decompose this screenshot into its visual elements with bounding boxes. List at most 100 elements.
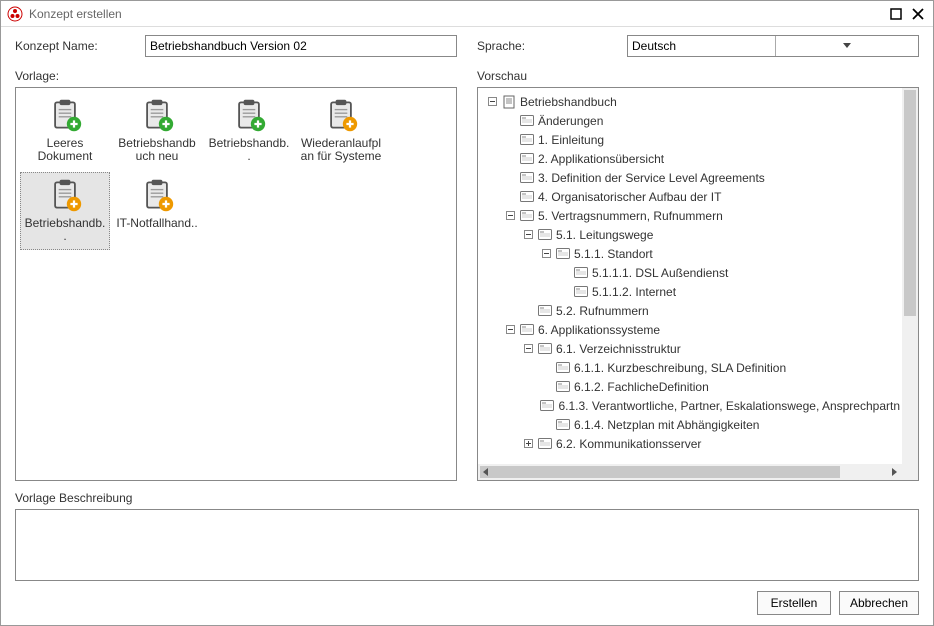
tree-toggle-icon[interactable] [522,438,534,450]
tree-node-label: 6.1.2. FachlicheDefinition [574,380,709,394]
tree-toggle-icon[interactable] [522,343,534,355]
tree-node[interactable]: 5.2. Rufnummern [480,301,900,320]
tree-node-label: 6.1.1. Kurzbeschreibung, SLA Definition [574,361,786,375]
tree-node[interactable]: 5.1.1. Standort [480,244,900,263]
page-icon [556,381,570,393]
window-title: Konzept erstellen [29,7,883,21]
tree-node-label: 5.1.1.2. Internet [592,285,676,299]
tree-node-label: 5.1.1. Standort [574,247,653,261]
page-icon [540,400,554,412]
tree-toggle-icon [540,362,552,374]
template-label: Wiederanlaufplan für Systeme [299,137,383,163]
tree-node[interactable]: 3. Definition der Service Level Agreemen… [480,168,900,187]
page-icon [538,343,552,355]
templates-pane: Leeres Dokument Betriebshandbuch neu Bet… [15,87,457,481]
template-item[interactable]: Wiederanlaufplan für Systeme [296,92,386,170]
page-icon [538,229,552,241]
preview-label: Vorschau [477,69,919,83]
tree-node-label: 5. Vertragsnummern, Rufnummern [538,209,723,223]
tree-node[interactable]: 6.2. Kommunikationsserver [480,434,900,453]
template-item[interactable]: IT-Notfallhand.. [112,172,202,250]
tree-node[interactable]: 5.1.1.1. DSL Außendienst [480,263,900,282]
template-item[interactable]: Leeres Dokument [20,92,110,170]
template-item[interactable]: Betriebshandb.. [20,172,110,250]
tree-toggle-icon[interactable] [540,248,552,260]
template-item[interactable]: Betriebshandb.. [204,92,294,170]
tree-node-label: 3. Definition der Service Level Agreemen… [538,171,765,185]
tree-node[interactable]: 5.1. Leitungswege [480,225,900,244]
tree-node[interactable]: 6.1.1. Kurzbeschreibung, SLA Definition [480,358,900,377]
page-icon [574,286,588,298]
tree-toggle-icon[interactable] [504,324,516,336]
language-select[interactable]: Deutsch [627,35,919,57]
tree-node[interactable]: 6. Applikationssysteme [480,320,900,339]
templates-label: Vorlage: [15,69,457,83]
clipboard-icon [323,97,359,133]
template-label: IT-Notfallhand.. [116,217,197,230]
tree-node[interactable]: 1. Einleitung [480,130,900,149]
tree-toggle-icon [558,286,570,298]
vertical-scrollbar[interactable] [902,88,918,464]
tree-node-label: 5.1.1.1. DSL Außendienst [592,266,728,280]
page-icon [520,134,534,146]
template-label: Leeres Dokument [23,137,107,163]
tree-toggle-icon [504,115,516,127]
clipboard-icon [139,177,175,213]
page-icon [520,210,534,222]
language-value: Deutsch [632,39,775,53]
description-label: Vorlage Beschreibung [15,491,919,505]
description-box[interactable] [15,509,919,581]
cancel-button[interactable]: Abbrechen [839,591,919,615]
template-item[interactable]: Betriebshandbuch neu [112,92,202,170]
clipboard-icon [47,177,83,213]
page-icon [556,362,570,374]
page-icon [538,438,552,450]
create-button[interactable]: Erstellen [757,591,831,615]
scroll-corner [902,464,918,480]
tree-node[interactable]: 6.1. Verzeichnisstruktur [480,339,900,358]
page-icon [556,419,570,431]
tree-toggle-icon[interactable] [504,210,516,222]
tree-toggle-icon [504,134,516,146]
template-label: Betriebshandbuch neu [115,137,199,163]
close-button[interactable] [909,5,927,23]
chevron-down-icon [775,36,919,56]
page-icon [520,153,534,165]
tree-node[interactable]: 4. Organisatorischer Aufbau der IT [480,187,900,206]
page-icon [556,248,570,260]
language-label: Sprache: [477,39,627,53]
tree-node[interactable]: Betriebshandbuch [480,92,900,111]
clipboard-icon [231,97,267,133]
tree-node[interactable]: 6.1.4. Netzplan mit Abhängigkeiten [480,415,900,434]
tree-node-label: 4. Organisatorischer Aufbau der IT [538,190,721,204]
tree-node-label: Änderungen [538,114,603,128]
concept-name-label: Konzept Name: [15,39,145,53]
page-icon [520,324,534,336]
horizontal-scrollbar[interactable] [478,464,902,480]
tree-toggle-icon[interactable] [486,96,498,108]
tree-toggle-icon [504,172,516,184]
tree-node[interactable]: 6.1.2. FachlicheDefinition [480,377,900,396]
tree-node[interactable]: Änderungen [480,111,900,130]
page-icon [574,267,588,279]
template-label: Betriebshandb.. [23,217,107,243]
tree-node-label: 6. Applikationssysteme [538,323,660,337]
concept-name-input[interactable] [145,35,457,57]
tree-node-label: 6.1.3. Verantwortliche, Partner, Eskalat… [558,399,900,413]
tree-toggle-icon[interactable] [522,229,534,241]
maximize-button[interactable] [887,5,905,23]
preview-pane: Betriebshandbuch Änderungen 1. Einleitun… [477,87,919,481]
page-icon [538,305,552,317]
tree-node-label: 5.1. Leitungswege [556,228,653,242]
app-icon [7,6,23,22]
tree-toggle-icon [522,305,534,317]
clipboard-icon [47,97,83,133]
tree-node[interactable]: 5. Vertragsnummern, Rufnummern [480,206,900,225]
tree-node[interactable]: 2. Applikationsübersicht [480,149,900,168]
tree-toggle-icon [527,400,536,412]
tree-toggle-icon [504,153,516,165]
tree-node[interactable]: 6.1.3. Verantwortliche, Partner, Eskalat… [480,396,900,415]
tree-node[interactable]: 5.1.1.2. Internet [480,282,900,301]
titlebar: Konzept erstellen [1,1,933,27]
tree-toggle-icon [540,381,552,393]
